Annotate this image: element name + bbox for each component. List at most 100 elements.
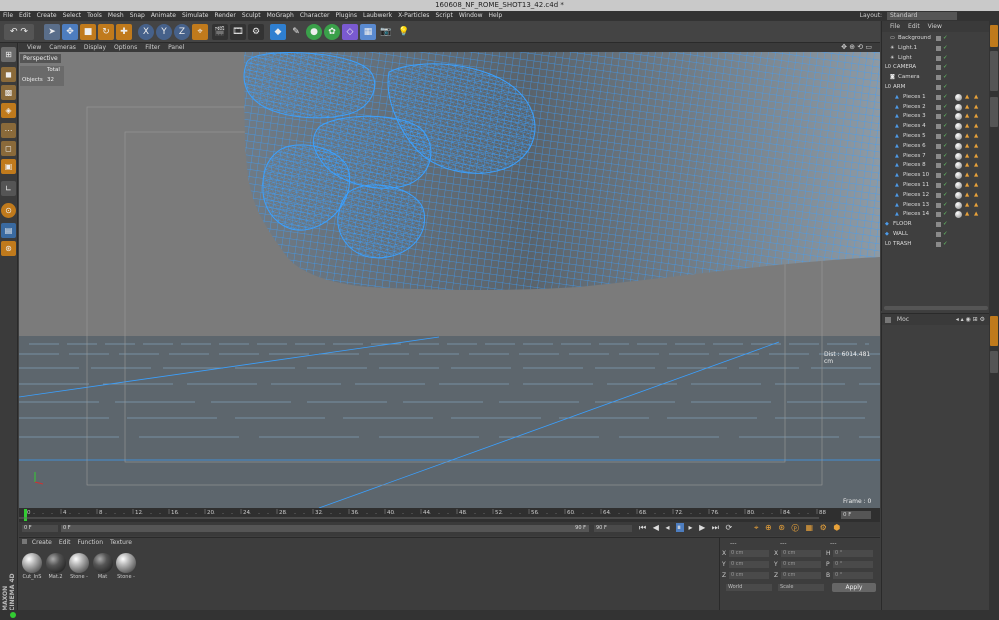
enabled-check-icon[interactable]: ✓ (943, 201, 948, 211)
layout-selector[interactable]: Layout: Standard (860, 11, 957, 21)
menu-animate[interactable]: Animate (148, 11, 179, 21)
coord-value-field[interactable]: 0 cm (781, 561, 821, 568)
coord-value-field[interactable]: 0 cm (729, 572, 769, 579)
render-view-icon[interactable]: 🎬 (212, 24, 228, 40)
menu-create[interactable]: Create (34, 11, 60, 21)
material-menu-create[interactable]: Create (32, 539, 52, 546)
visibility-dots-icon[interactable] (936, 163, 941, 169)
material-menu-texture[interactable]: Texture (110, 539, 132, 546)
phong-tag-icon[interactable]: ▲ (965, 112, 969, 122)
axis-mode-icon[interactable]: ∟ (1, 181, 16, 196)
object-menu-file[interactable]: File (886, 21, 904, 32)
coord-value-field[interactable]: 0 cm (781, 550, 821, 557)
menu-help[interactable]: Help (486, 11, 506, 21)
visibility-dots-icon[interactable] (936, 192, 941, 198)
timeline-end-field[interactable]: 0 F (841, 511, 871, 519)
polygons-mode-icon[interactable]: ▣ (1, 159, 16, 174)
menu-sculpt[interactable]: Sculpt (239, 11, 264, 21)
phong-tag-icon[interactable]: ▲ (965, 210, 969, 220)
menu-tools[interactable]: Tools (84, 11, 105, 21)
visibility-dots-icon[interactable] (936, 182, 941, 188)
enabled-check-icon[interactable]: ✓ (943, 103, 948, 113)
viewport-menu-cameras[interactable]: Cameras (45, 43, 80, 52)
enabled-check-icon[interactable]: ✓ (943, 171, 948, 181)
floor-object-icon[interactable]: ▦ (360, 24, 376, 40)
material-tag-icon[interactable] (955, 123, 962, 131)
object-row[interactable]: ▲ Pieces 10 ✓ ▲ ▲ (882, 171, 989, 181)
array-object-icon[interactable]: ✿ (324, 24, 340, 40)
enabled-check-icon[interactable]: ✓ (943, 34, 948, 44)
menu-mesh[interactable]: Mesh (105, 11, 127, 21)
dynamics-tag-icon[interactable]: ▲ (974, 122, 978, 132)
visibility-dots-icon[interactable] (936, 212, 941, 218)
coord-value-field[interactable]: 0 ° (833, 561, 873, 568)
enabled-check-icon[interactable]: ✓ (943, 210, 948, 220)
material-menu-function[interactable]: Function (77, 539, 103, 546)
dynamics-tag-icon[interactable]: ▲ (974, 103, 978, 113)
enabled-check-icon[interactable]: ✓ (943, 63, 948, 73)
viewport[interactable]: Perspective Total Objects 32 Dist : 6014… (19, 52, 880, 508)
scale-tool-icon[interactable]: ■ (80, 24, 96, 40)
object-row[interactable]: ◆ FLOOR ✓ (882, 220, 989, 230)
end-frame-field[interactable]: 90 F (594, 525, 632, 532)
viewport-menu-display[interactable]: Display (80, 43, 110, 52)
menu-laubwerk[interactable]: Laubwerk (360, 11, 395, 21)
material-swatch[interactable]: Cut_InS (21, 553, 43, 580)
visibility-dots-icon[interactable] (936, 143, 941, 149)
visibility-dots-icon[interactable] (936, 75, 941, 81)
menu-window[interactable]: Window (456, 11, 486, 21)
texture-mode-icon[interactable]: ▩ (1, 85, 16, 100)
dynamics-tag-icon[interactable]: ▲ (974, 210, 978, 220)
points-mode-icon[interactable]: ⋯ (1, 123, 16, 138)
visibility-dots-icon[interactable] (936, 231, 941, 237)
enabled-check-icon[interactable]: ✓ (943, 73, 948, 83)
coordinate-system-icon[interactable]: ⌖ (192, 24, 208, 40)
visibility-dots-icon[interactable] (936, 94, 941, 100)
object-menu-edit[interactable]: Edit (904, 21, 924, 32)
object-row[interactable]: ▭ Background ✓ (882, 34, 989, 44)
visibility-dots-icon[interactable] (936, 222, 941, 228)
tweak-mode-icon[interactable]: ⊙ (1, 203, 16, 218)
enabled-check-icon[interactable]: ✓ (943, 122, 948, 132)
object-list-scrollbar[interactable] (884, 306, 988, 310)
z-axis-lock-icon[interactable]: Z (174, 24, 190, 40)
dynamics-tag-icon[interactable]: ▲ (974, 161, 978, 171)
snap-icon[interactable]: ▤ (1, 223, 16, 238)
material-tag-icon[interactable] (955, 162, 962, 170)
dynamics-tag-icon[interactable]: ▲ (974, 142, 978, 152)
playback-controls[interactable]: ⏮ ◀ ◂ ⏸ ▸ ▶ ⏭ ⟳ (639, 523, 734, 533)
material-tag-icon[interactable] (955, 103, 962, 111)
tab-structure[interactable] (990, 97, 998, 127)
material-tag-icon[interactable] (955, 132, 962, 140)
attribute-mode-label[interactable]: Moc (897, 316, 909, 323)
lock-workplane-icon[interactable]: ⊛ (1, 241, 16, 256)
visibility-dots-icon[interactable] (936, 84, 941, 90)
material-tag-icon[interactable] (955, 172, 962, 180)
material-swatch[interactable]: Stone - (68, 553, 90, 580)
menu-mograph[interactable]: MoGraph (264, 11, 297, 21)
menu-render[interactable]: Render (211, 11, 238, 21)
enabled-check-icon[interactable]: ✓ (943, 161, 948, 171)
light-object-icon[interactable]: 💡 (396, 24, 412, 40)
material-tag-icon[interactable] (955, 201, 962, 209)
enabled-check-icon[interactable]: ✓ (943, 132, 948, 142)
visibility-dots-icon[interactable] (936, 45, 941, 51)
visibility-dots-icon[interactable] (936, 124, 941, 130)
visibility-dots-icon[interactable] (936, 114, 941, 120)
object-row[interactable]: ▲ Pieces 3 ✓ ▲ ▲ (882, 112, 989, 122)
object-row[interactable]: ▲ Pieces 2 ✓ ▲ ▲ (882, 103, 989, 113)
keyframe-controls[interactable]: ⌖ ⊕ ⊛ ⓟ ▦ ⚙ ⬢ (754, 523, 842, 533)
x-axis-lock-icon[interactable]: X (138, 24, 154, 40)
menu-xparticles[interactable]: X-Particles (395, 11, 432, 21)
object-row[interactable]: ☀ Light.1 ✓ (882, 44, 989, 54)
coord-value-field[interactable]: 0 ° (833, 550, 873, 557)
phong-tag-icon[interactable]: ▲ (965, 122, 969, 132)
visibility-dots-icon[interactable] (936, 133, 941, 139)
object-row[interactable]: ▲ Pieces 13 ✓ ▲ ▲ (882, 201, 989, 211)
tab-content-browser[interactable] (990, 51, 998, 91)
material-tag-icon[interactable] (955, 152, 962, 160)
layout-dropdown[interactable]: Standard (887, 11, 957, 20)
enabled-check-icon[interactable]: ✓ (943, 83, 948, 93)
material-menu-icon[interactable] (22, 539, 27, 544)
object-menu-view[interactable]: View (924, 21, 946, 32)
